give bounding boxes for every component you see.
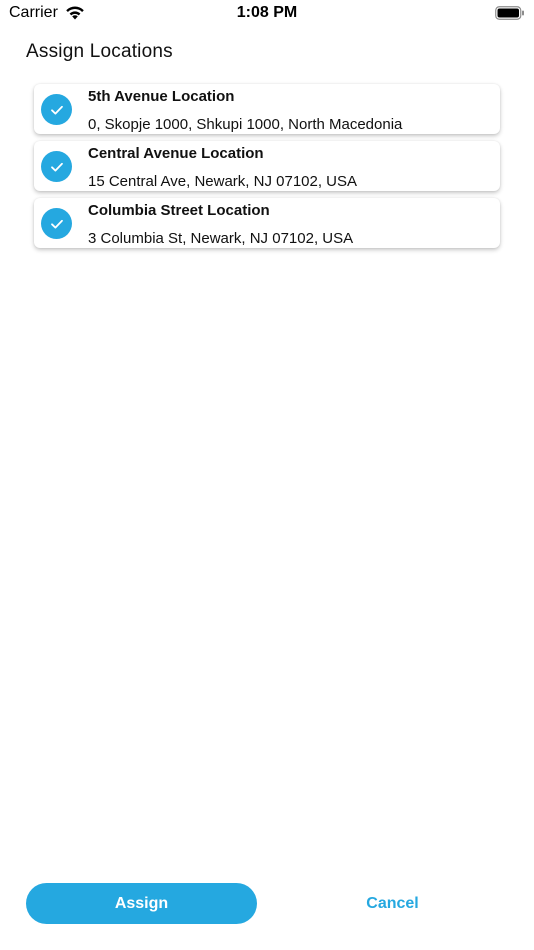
status-bar: Carrier 1:08 PM (0, 0, 534, 28)
location-address: 15 Central Ave, Newark, NJ 07102, USA (88, 173, 358, 190)
cancel-button[interactable]: Cancel (277, 883, 508, 924)
location-list: 5th Avenue Location 0, Skopje 1000, Shku… (34, 84, 500, 255)
check-icon (50, 162, 63, 171)
location-name: Central Avenue Location (88, 145, 264, 162)
location-card[interactable]: Columbia Street Location 3 Columbia St, … (34, 198, 500, 248)
location-address: 3 Columbia St, Newark, NJ 07102, USA (88, 230, 354, 247)
location-card[interactable]: Central Avenue Location 15 Central Ave, … (34, 141, 500, 191)
location-checkbox[interactable] (41, 94, 72, 125)
location-checkbox[interactable] (41, 151, 72, 182)
location-card[interactable]: 5th Avenue Location 0, Skopje 1000, Shku… (34, 84, 500, 134)
status-time: 1:08 PM (236, 4, 298, 21)
check-icon (50, 219, 63, 228)
battery-icon (495, 6, 524, 20)
page-title: Assign Locations (26, 41, 173, 62)
assign-locations-screen: Carrier 1:08 PM Assign Locations 5th Ave… (0, 0, 534, 950)
location-checkbox[interactable] (41, 208, 72, 239)
location-name: 5th Avenue Location (88, 88, 235, 105)
location-name: Columbia Street Location (88, 202, 270, 219)
check-icon (50, 105, 63, 114)
location-address: 0, Skopje 1000, Shkupi 1000, North Maced… (88, 116, 403, 133)
assign-button[interactable]: Assign (26, 883, 257, 924)
